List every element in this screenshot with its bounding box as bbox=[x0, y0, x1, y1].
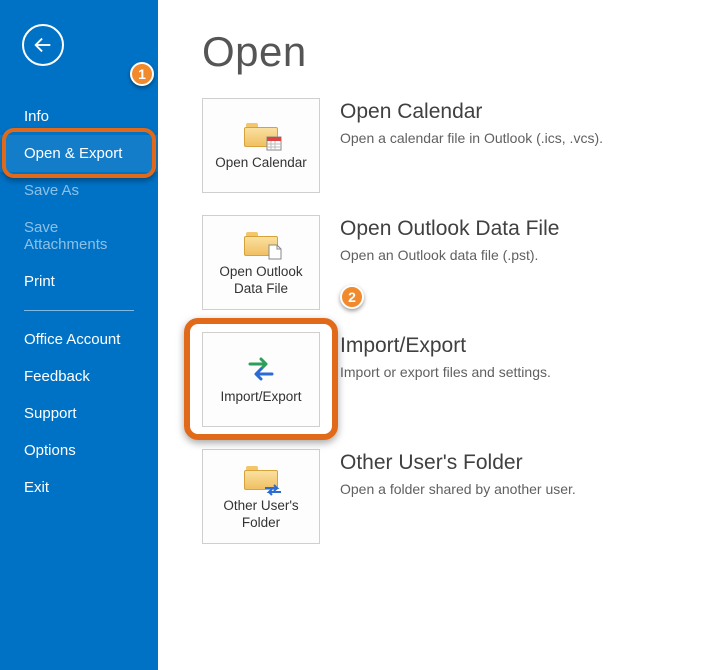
tile-open-data-file[interactable]: Open Outlook Data File bbox=[202, 215, 320, 310]
sidebar-item-exit[interactable]: Exit bbox=[0, 469, 158, 506]
option-desc: Open a folder shared by another user. bbox=[340, 481, 576, 497]
option-desc: Import or export files and settings. bbox=[340, 364, 551, 380]
option-open-data-file: Open Outlook Data File Open Outlook Data… bbox=[202, 215, 685, 310]
main-content: Open 1 Open Calendar Open Calendar Open … bbox=[158, 0, 725, 670]
sidebar-nav: Info Open & Export Save As Save Attachme… bbox=[0, 98, 158, 506]
sidebar: Info Open & Export Save As Save Attachme… bbox=[0, 0, 158, 670]
sidebar-item-info[interactable]: Info bbox=[0, 98, 158, 135]
sidebar-item-save-attachments: Save Attachments bbox=[0, 209, 158, 263]
option-import-export: Import/Export Import/Export Import or ex… bbox=[202, 332, 685, 427]
option-title: Other User's Folder bbox=[340, 451, 576, 475]
import-export-icon bbox=[243, 355, 279, 383]
option-desc: Open an Outlook data file (.pst). bbox=[340, 247, 559, 263]
sidebar-item-print[interactable]: Print bbox=[0, 263, 158, 300]
calendar-folder-icon bbox=[243, 121, 279, 149]
page-title: Open bbox=[202, 28, 685, 76]
shared-folder-icon bbox=[243, 464, 279, 492]
option-title: Open Calendar bbox=[340, 100, 603, 124]
sidebar-item-open-export[interactable]: Open & Export bbox=[0, 135, 158, 172]
option-title: Import/Export bbox=[340, 334, 551, 358]
back-button[interactable] bbox=[22, 24, 64, 66]
tile-open-calendar[interactable]: Open Calendar bbox=[202, 98, 320, 193]
tile-other-user-folder[interactable]: Other User's Folder bbox=[202, 449, 320, 544]
data-file-folder-icon bbox=[243, 230, 279, 258]
option-other-user-folder: Other User's Folder Other User's Folder … bbox=[202, 449, 685, 544]
option-title: Open Outlook Data File bbox=[340, 217, 559, 241]
tile-label: Open Outlook Data File bbox=[207, 264, 315, 296]
tile-import-export[interactable]: Import/Export bbox=[202, 332, 320, 427]
sidebar-separator bbox=[24, 310, 134, 311]
sidebar-item-options[interactable]: Options bbox=[0, 432, 158, 469]
option-desc: Open a calendar file in Outlook (.ics, .… bbox=[340, 130, 603, 146]
tile-label: Import/Export bbox=[220, 389, 301, 405]
sidebar-item-office-account[interactable]: Office Account bbox=[0, 321, 158, 358]
annotation-marker-2: 2 bbox=[340, 285, 364, 309]
option-open-calendar: Open Calendar Open Calendar Open a calen… bbox=[202, 98, 685, 193]
sidebar-item-save-as: Save As bbox=[0, 172, 158, 209]
sidebar-item-feedback[interactable]: Feedback bbox=[0, 358, 158, 395]
tile-label: Open Calendar bbox=[215, 155, 307, 171]
sidebar-item-support[interactable]: Support bbox=[0, 395, 158, 432]
arrow-left-icon bbox=[32, 34, 54, 56]
tile-label: Other User's Folder bbox=[207, 498, 315, 530]
